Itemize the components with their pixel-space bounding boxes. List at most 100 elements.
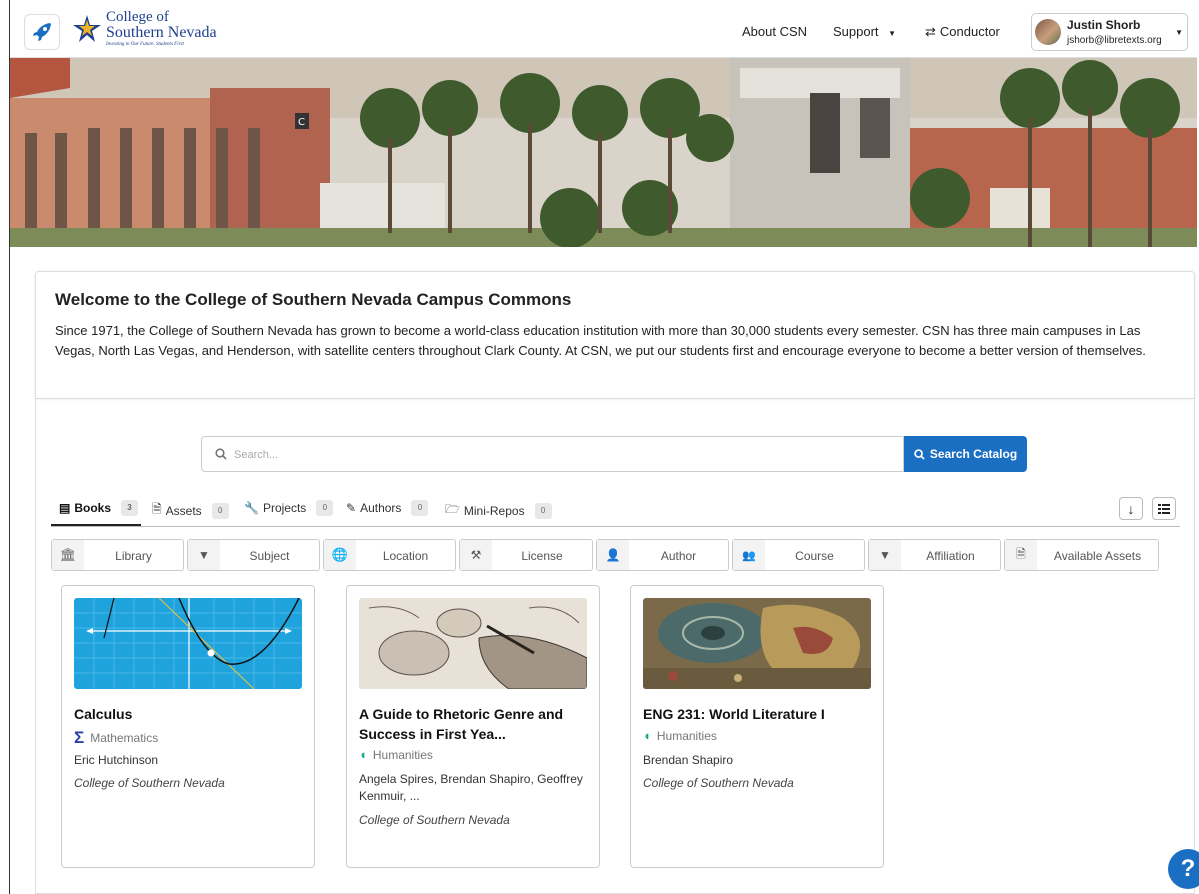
file-icon: 🗎 <box>152 502 162 516</box>
filter-library[interactable]: 🏛 Library <box>51 539 184 571</box>
book-subject-label: Mathematics <box>90 731 159 745</box>
tab-assets[interactable]: 🗎 Assets 0 <box>152 500 229 521</box>
funnel-icon: ▼ <box>188 540 220 570</box>
file-icon: 🗎 <box>1005 540 1037 570</box>
sigma-icon: Σ <box>74 728 85 747</box>
institution-icon: 🏛 <box>52 540 84 570</box>
book-cover-image <box>74 598 302 689</box>
welcome-section: Welcome to the College of Southern Nevad… <box>35 271 1195 399</box>
humanities-head-icon: ◖ <box>359 747 367 762</box>
search-input[interactable] <box>234 445 884 465</box>
filter-license-label: License <box>521 549 563 563</box>
caret-down-icon: ▼ <box>1175 28 1183 37</box>
search-catalog-label: Search Catalog <box>929 447 1018 461</box>
conductor-label: Conductor <box>939 24 1000 39</box>
search-icon <box>215 448 227 460</box>
tab-books[interactable]: ▤ Books 3 <box>59 500 139 516</box>
book-author: Brendan Shapiro <box>643 753 734 767</box>
filter-course-label: Course <box>795 549 834 563</box>
support-dropdown[interactable]: Support ▼ <box>833 24 896 39</box>
filter-library-label: Library <box>115 549 152 563</box>
campus-photo-illustration: C <box>10 58 1197 247</box>
list-view-button[interactable] <box>1152 497 1176 520</box>
book-subject: ◖ Humanities <box>643 728 717 743</box>
user-icon: 👤 <box>597 540 629 570</box>
filter-subject[interactable]: ▼ Subject <box>187 539 320 571</box>
tab-assets-count: 0 <box>211 502 229 519</box>
filter-subject-label: Subject <box>249 549 290 563</box>
active-tab-indicator <box>51 524 141 526</box>
book-author: Eric Hutchinson <box>74 753 159 767</box>
book-subject: ◖ Humanities <box>359 747 433 762</box>
globe-icon: 🌐 <box>324 540 356 570</box>
csn-logo[interactable]: College of Southern Nevada Investing in … <box>72 10 217 47</box>
book-institution: College of Southern Nevada <box>359 813 510 827</box>
filter-author[interactable]: 👤 Author <box>596 539 729 571</box>
welcome-title: Welcome to the College of Southern Nevad… <box>55 290 572 309</box>
logo-text-line2: Southern Nevada <box>106 24 217 41</box>
book-icon: ▤ <box>59 501 71 515</box>
book-title: ENG 231: World Literature I <box>643 706 825 722</box>
filter-course[interactable]: 👥 Course <box>732 539 865 571</box>
sort-download-button[interactable]: ↓ <box>1119 497 1143 520</box>
tab-mini-repos-count: 0 <box>534 502 552 519</box>
tab-books-label: Books <box>74 501 112 515</box>
tab-projects-label: Projects <box>262 501 307 515</box>
filter-license[interactable]: ⚒ License <box>459 539 593 571</box>
gavel-icon: ⚒ <box>460 540 492 570</box>
tab-authors-label: Authors <box>360 501 402 515</box>
book-subject-label: Humanities <box>656 728 717 743</box>
list-view-icon <box>1158 503 1170 514</box>
tab-books-count: 3 <box>121 500 139 516</box>
window-frame <box>0 0 10 894</box>
book-card[interactable]: Calculus Σ Mathematics Eric Hutchinson C… <box>61 585 315 868</box>
avatar <box>1035 19 1061 45</box>
csn-star-logo-icon <box>73 14 101 42</box>
tab-mini-repos[interactable]: 🗁 Mini-Repos 0 <box>445 500 552 521</box>
campus-hero-image: C <box>10 58 1197 247</box>
logo-tagline: Investing in Our Future. Students First <box>106 42 184 47</box>
arrow-down-icon: ↓ <box>1127 500 1135 517</box>
funnel-icon: ▼ <box>869 540 901 570</box>
book-author: Angela Spires, Brendan Shapiro, Geoffrey… <box>359 772 583 803</box>
support-label: Support <box>833 24 879 39</box>
filter-available-assets-label: Available Assets <box>1053 549 1142 563</box>
top-nav: College of Southern Nevada Investing in … <box>10 8 1197 58</box>
book-card[interactable]: ENG 231: World Literature I ◖ Humanities… <box>630 585 884 868</box>
tab-authors[interactable]: ✎ Authors 0 <box>346 500 429 516</box>
user-name: Justin Shorb <box>1067 18 1141 32</box>
filter-author-label: Author <box>660 549 697 563</box>
book-title: A Guide to Rhetoric Genre and Success in… <box>359 706 564 742</box>
tab-authors-count: 0 <box>411 500 429 516</box>
logo-text-line1: College of <box>106 9 169 25</box>
filter-location-label: Location <box>382 549 429 563</box>
pencil-icon: ✎ <box>346 501 357 515</box>
wrench-icon: 🔧 <box>244 501 259 515</box>
caret-down-icon: ▼ <box>888 29 897 38</box>
book-subject: Σ Mathematics <box>74 728 158 748</box>
filter-affiliation-label: Affiliation <box>926 549 975 563</box>
filter-available-assets[interactable]: 🗎 Available Assets <box>1004 539 1159 571</box>
book-institution: College of Southern Nevada <box>74 776 225 790</box>
filter-location[interactable]: 🌐 Location <box>323 539 456 571</box>
svg-text:C: C <box>298 117 305 128</box>
folder-open-icon: 🗁 <box>445 502 460 516</box>
search-catalog-button[interactable]: Search Catalog <box>904 436 1027 472</box>
humanities-head-icon: ◖ <box>643 728 651 743</box>
tab-projects[interactable]: 🔧 Projects 0 <box>244 500 334 516</box>
libretexts-rocket-icon[interactable] <box>24 14 60 50</box>
book-title: Calculus <box>74 706 133 722</box>
users-icon: 👥 <box>733 540 765 570</box>
tab-assets-label: Assets <box>165 503 202 518</box>
book-cover-image <box>359 598 587 689</box>
search-box <box>201 436 904 472</box>
user-menu[interactable]: Justin Shorb jshorb@libretexts.org ▼ <box>1031 13 1188 51</box>
about-csn-link[interactable]: About CSN <box>742 24 807 39</box>
book-institution: College of Southern Nevada <box>643 776 794 790</box>
book-cover-image <box>643 598 871 689</box>
conductor-link[interactable]: ⇄ Conductor <box>925 24 1000 40</box>
book-card[interactable]: A Guide to Rhetoric Genre and Success in… <box>346 585 600 868</box>
filter-affiliation[interactable]: ▼ Affiliation <box>868 539 1001 571</box>
catalog-tabs: ▤ Books 3 🗎 Assets 0 🔧 Projects 0 ✎ Auth… <box>51 496 1180 527</box>
user-email: jshorb@libretexts.org <box>1067 35 1162 46</box>
